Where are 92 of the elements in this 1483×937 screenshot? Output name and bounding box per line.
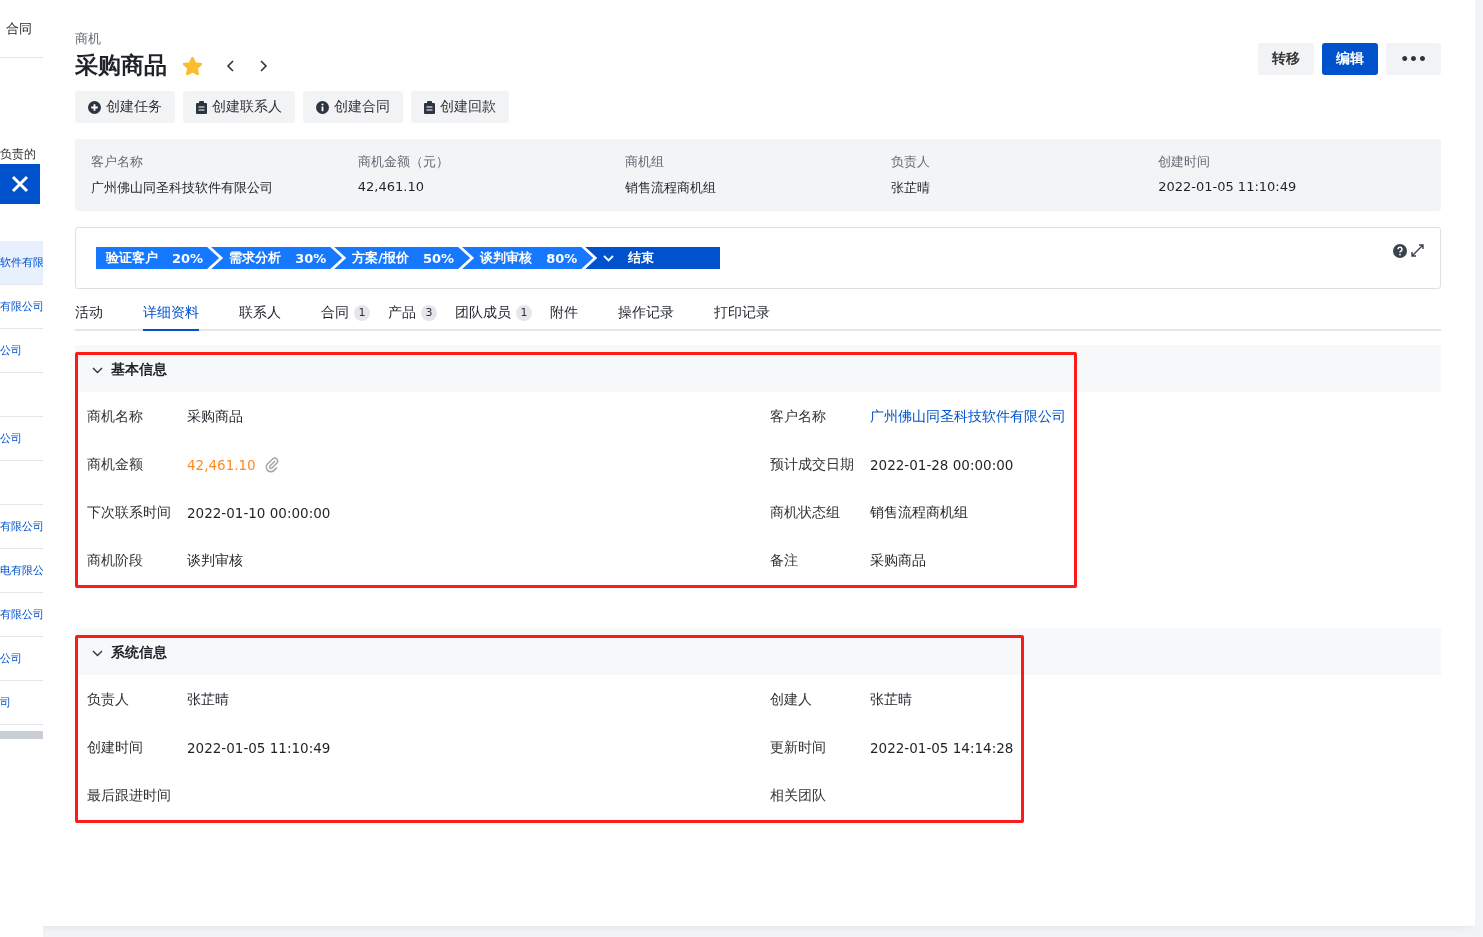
summary-label: 商机组: [624, 153, 665, 171]
stage-step[interactable]: 结束: [585, 247, 721, 269]
section-header[interactable]: 基本信息: [78, 355, 167, 389]
field-label: 备注: [770, 551, 799, 570]
field-label: 创建人: [770, 690, 813, 709]
field-label: 下次联系时间: [87, 503, 172, 522]
list-row[interactable]: 软件有限: [0, 241, 43, 285]
field-value: 2022-01-05 11:10:49: [187, 740, 331, 756]
field-value: 张芷晴: [870, 691, 912, 709]
summary-value: 广州佛山同圣科技软件有限公司: [91, 179, 274, 197]
stage-step[interactable]: 验证客户 20%: [96, 247, 220, 269]
next-button[interactable]: [258, 58, 268, 73]
chevron-down-icon: [603, 254, 615, 262]
tab[interactable]: 活动: [75, 297, 103, 331]
paperclip-icon[interactable]: [263, 457, 280, 473]
field-value: 2022-01-05 14:14:28: [870, 740, 1014, 756]
stage-percent: 80%: [546, 250, 578, 266]
summary-value: 销售流程商机组: [624, 179, 717, 197]
stage-step[interactable]: 需求分析 30%: [211, 247, 343, 269]
list-caption: 负责的: [0, 148, 37, 160]
summary-label: 客户名称: [91, 153, 144, 171]
field-value: 销售流程商机组: [870, 504, 968, 522]
field-label: 最后跟进时间: [87, 786, 172, 805]
chevron-left-icon: [226, 58, 236, 73]
stage-step[interactable]: 方案/报价 50%: [334, 247, 471, 269]
field-label: 相关团队: [770, 786, 827, 805]
page-title: 采购商品: [75, 51, 167, 80]
count-badge: 1: [354, 305, 370, 321]
stage-name: 谈判审核: [480, 249, 533, 267]
summary-label: 负责人: [891, 153, 932, 171]
info-icon: [316, 100, 329, 114]
star-icon: [183, 56, 202, 75]
stage-name: 需求分析: [229, 249, 282, 267]
breadcrumb: 商机: [75, 30, 102, 48]
field-value: 2022-01-28 00:00:00: [870, 457, 1014, 473]
field-value: 采购商品: [187, 408, 243, 426]
close-icon: [10, 174, 30, 194]
tab[interactable]: 团队成员 1: [455, 297, 532, 331]
field-label: 商机状态组: [770, 503, 841, 522]
action-button[interactable]: 创建联系人: [183, 91, 295, 123]
field-label: 商机阶段: [87, 551, 144, 570]
summary-label: 创建时间: [1158, 153, 1212, 171]
stage-percent: 20%: [172, 250, 204, 266]
summary-value: 42,461.10: [357, 179, 425, 194]
field-label: 商机金额: [87, 455, 144, 474]
star-button[interactable]: [183, 56, 202, 75]
close-button[interactable]: [0, 164, 40, 204]
field-label: 预计成交日期: [770, 455, 855, 474]
stage-percent: 30%: [295, 250, 327, 266]
stage-name: 验证客户: [106, 249, 158, 267]
help-icon[interactable]: [1393, 244, 1407, 258]
stage-name: 结束: [628, 249, 655, 267]
tab[interactable]: 联系人: [239, 297, 281, 331]
field-label: 负责人: [87, 690, 130, 709]
stage-name: 方案/报价: [352, 249, 409, 267]
field-label: 更新时间: [770, 738, 827, 757]
tab[interactable]: 合同 1: [321, 297, 370, 331]
field-link[interactable]: 广州佛山同圣科技软件有限公司: [870, 408, 1066, 426]
field-value: 42,461.10: [187, 457, 256, 473]
tab[interactable]: 打印记录: [714, 297, 770, 331]
tab[interactable]: 详细资料: [143, 297, 199, 331]
summary-value: 张芷晴: [891, 179, 932, 197]
expand-icon[interactable]: [1411, 244, 1424, 257]
section-header[interactable]: 系统信息: [78, 638, 167, 672]
count-badge: 1: [516, 305, 532, 321]
tab[interactable]: 产品 3: [388, 297, 437, 331]
field-value: 2022-01-10 00:00:00: [187, 505, 331, 521]
previous-button[interactable]: [226, 58, 236, 73]
edit-button[interactable]: 编辑: [1322, 42, 1379, 75]
more-button[interactable]: •••: [1386, 42, 1441, 75]
action-button[interactable]: 创建任务: [75, 91, 175, 123]
field-value: 采购商品: [870, 552, 926, 570]
transfer-button[interactable]: 转移: [1258, 42, 1315, 75]
field-label: 客户名称: [770, 407, 827, 426]
action-button[interactable]: 创建合同: [303, 91, 403, 123]
tab[interactable]: 附件: [550, 297, 578, 331]
field-value: 张芷晴: [187, 691, 229, 709]
summary-label: 商机金额（元）: [357, 153, 450, 171]
summary-value: 2022-01-05 11:10:49: [1158, 179, 1298, 194]
tab[interactable]: 操作记录: [618, 297, 674, 331]
action-button[interactable]: 创建回款: [411, 91, 509, 123]
clipboard-icon: [424, 100, 435, 114]
field-label: 创建时间: [87, 738, 144, 757]
clipboard-icon: [196, 100, 207, 114]
scrollbar[interactable]: [0, 731, 43, 739]
stage-step[interactable]: 谈判审核 80%: [462, 247, 594, 269]
field-value: 谈判审核: [187, 552, 243, 570]
stage-percent: 50%: [423, 250, 455, 266]
chevron-right-icon: [258, 58, 268, 73]
field-label: 商机名称: [87, 407, 144, 426]
plus-circle-icon: [88, 100, 101, 114]
count-badge: 3: [421, 305, 437, 321]
